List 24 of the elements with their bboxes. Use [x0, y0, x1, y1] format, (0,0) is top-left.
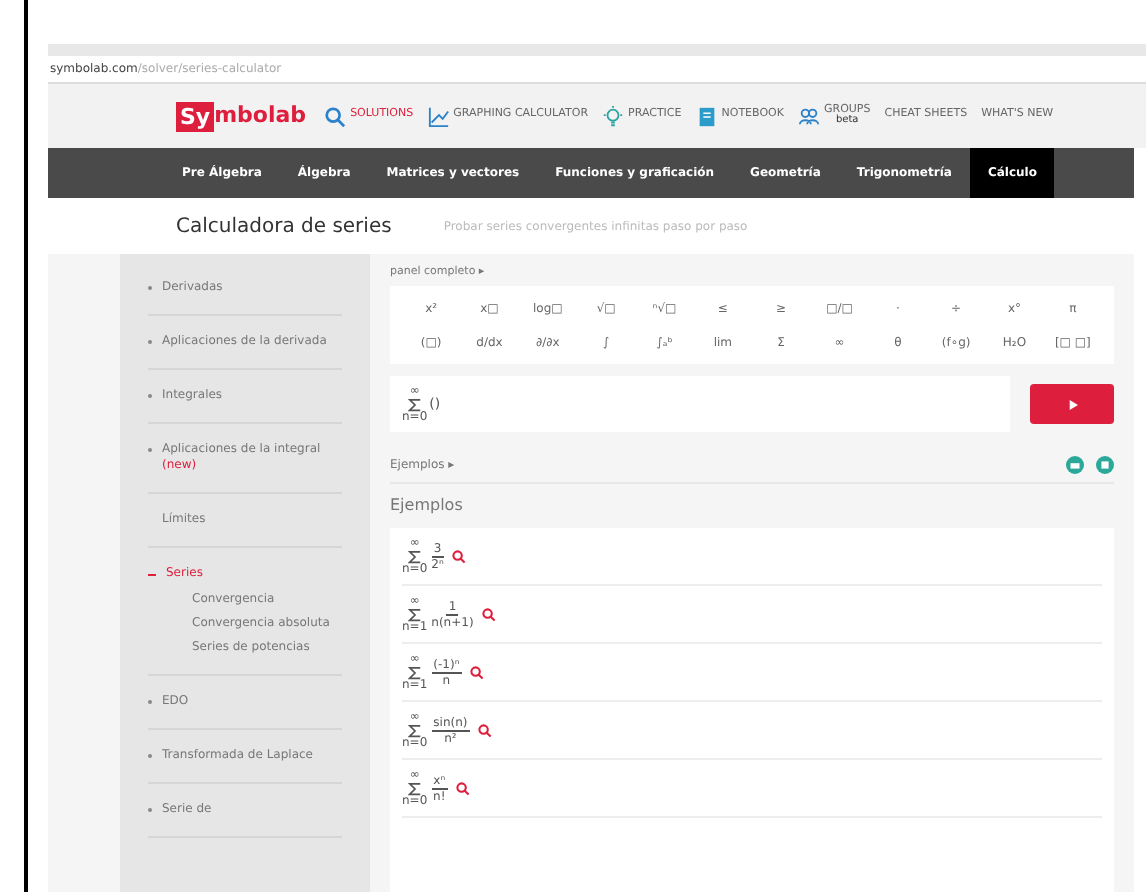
sum-symbol-icon	[407, 723, 422, 738]
play-icon	[1067, 399, 1077, 410]
go-button[interactable]	[1030, 384, 1114, 425]
sum-symbol-icon	[407, 607, 422, 622]
logo-mark[interactable]: Sy	[176, 101, 215, 131]
lightbulb-icon	[602, 105, 625, 127]
page-title: Calculadora de series	[176, 213, 392, 241]
graph-icon	[427, 105, 450, 127]
sum-symbol-icon	[407, 781, 422, 796]
print-icon[interactable]	[1066, 456, 1084, 475]
examples-heading: Ejemplos	[390, 494, 465, 519]
search-icon[interactable]	[469, 665, 484, 680]
save-icon[interactable]	[1096, 456, 1114, 475]
sum-symbol-icon	[407, 549, 422, 564]
notebook-icon	[695, 105, 718, 127]
people-icon	[797, 105, 820, 127]
search-icon	[324, 105, 347, 127]
search-icon[interactable]	[477, 723, 492, 738]
logo-text[interactable]: mbolab	[214, 99, 307, 133]
search-icon[interactable]	[451, 549, 466, 564]
search-icon[interactable]	[481, 607, 496, 622]
sum-symbol-icon	[407, 665, 422, 680]
sum-symbol-icon	[407, 397, 422, 412]
search-icon[interactable]	[455, 781, 470, 796]
